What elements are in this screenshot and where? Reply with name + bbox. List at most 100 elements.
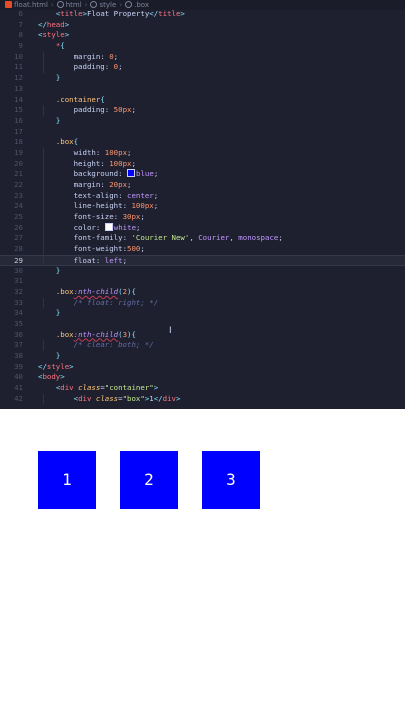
code-line[interactable]: 31 [0, 276, 405, 287]
code-text[interactable]: <title>Float Property</title> [38, 9, 185, 20]
line-number: 32 [14, 286, 23, 296]
tag-icon [90, 1, 98, 8]
code-text[interactable]: .box{ [38, 137, 78, 148]
code-editor[interactable]: float.html › html › style › .box 6 <title>Floa… [0, 0, 405, 409]
code-text[interactable]: width: 100px; [38, 148, 132, 159]
code-text[interactable]: font-weight:500; [38, 244, 145, 255]
browser-preview: 1 2 3 [0, 409, 405, 720]
code-text[interactable]: font-family: 'Courier New', Courier, mon… [38, 233, 283, 244]
code-text[interactable]: color: white; [38, 222, 140, 234]
code-line[interactable]: 13 [0, 84, 405, 95]
code-text[interactable]: line-height: 100px; [38, 201, 159, 212]
code-line[interactable]: 9 *{ [0, 41, 405, 52]
code-line[interactable]: 19 width: 100px; [0, 147, 405, 159]
code-text[interactable]: <div class="box">1</div> [38, 394, 181, 405]
code-text[interactable]: </head> [38, 20, 69, 31]
text-cursor-icon: I [169, 326, 172, 336]
code-text[interactable]: padding: 0; [38, 62, 123, 73]
code-line[interactable]: 34 } [0, 308, 405, 319]
code-line[interactable]: 30 } [0, 266, 405, 277]
code-line[interactable]: 6 <title>Float Property</title> [0, 9, 405, 20]
code-line[interactable]: 23 text-align: center; [0, 190, 405, 202]
css-selector-icon [125, 1, 133, 8]
code-text[interactable]: font-size: 30px; [38, 212, 145, 223]
code-text[interactable]: padding: 50px; [38, 105, 136, 116]
code-text[interactable]: .box:nth-child(3){ [38, 330, 136, 341]
code-lines[interactable]: 6 <title>Float Property</title> 7 </head> 8… [0, 9, 405, 405]
code-text[interactable]: <style> [38, 30, 69, 41]
code-text[interactable]: /* clear: both; */ [38, 340, 154, 351]
line-number: 15 [14, 105, 23, 115]
code-line[interactable]: 38 } [0, 351, 405, 362]
code-text[interactable]: margin: 0; [38, 52, 119, 63]
line-number: 42 [14, 393, 23, 403]
code-line[interactable]: 28 font-weight:500; [0, 244, 405, 255]
code-line[interactable]: 21 background: blue; [0, 169, 405, 180]
code-line[interactable]: 11 padding: 0; [0, 62, 405, 74]
code-text[interactable]: height: 100px; [38, 159, 136, 170]
line-number: 27 [14, 233, 23, 243]
line-number: 25 [14, 212, 23, 222]
line-number: 28 [14, 244, 23, 254]
line-number: 33 [14, 297, 23, 307]
code-line[interactable]: 16 } [0, 116, 405, 127]
code-text[interactable]: } [38, 73, 60, 84]
line-number: 38 [14, 351, 23, 360]
code-line[interactable]: 32 .box:nth-child(2){ [0, 287, 405, 298]
line-number: 11 [14, 62, 23, 72]
code-text[interactable]: text-align: center; [38, 191, 159, 202]
code-text[interactable]: } [38, 351, 60, 362]
code-line[interactable]: 15 padding: 50px; [0, 105, 405, 116]
code-line[interactable]: 33 /* float: right; */ [0, 297, 405, 309]
tag-icon [56, 1, 64, 8]
code-line[interactable]: 20 height: 100px; [0, 158, 405, 170]
code-line[interactable]: 14 .container{ [0, 95, 405, 106]
code-text[interactable]: <div class="container"> [38, 383, 158, 394]
code-line[interactable]: 37 /* clear: both; */ [0, 340, 405, 351]
code-line[interactable]: 12 } [0, 73, 405, 84]
code-line[interactable]: 29 float: left; [0, 254, 405, 266]
code-line[interactable]: 8 <style> [0, 30, 405, 41]
code-line[interactable]: 26 color: white; [0, 222, 405, 234]
code-line[interactable]: 41 <div class="container"> [0, 383, 405, 394]
code-text[interactable]: <body> [38, 372, 65, 383]
line-number: 41 [14, 383, 23, 393]
code-text[interactable]: </style> [38, 362, 74, 373]
line-number: 35 [14, 318, 23, 328]
line-number: 12 [14, 73, 23, 83]
code-text[interactable]: background: blue; [38, 169, 158, 180]
line-number: 21 [14, 169, 23, 179]
code-line[interactable]: 25 font-size: 30px; [0, 212, 405, 223]
line-number: 8 [18, 30, 23, 40]
code-line[interactable]: 17 [0, 127, 405, 138]
code-line[interactable]: 24 line-height: 100px; [0, 201, 405, 213]
code-line[interactable]: 22 margin: 20px; [0, 180, 405, 191]
code-line[interactable]: 40 <body> [0, 372, 405, 383]
code-line[interactable]: 27 font-family: 'Courier New', Courier, … [0, 233, 405, 245]
html-file-icon [5, 1, 12, 8]
line-number: 19 [14, 147, 23, 157]
code-line[interactable]: 10 margin: 0; [0, 51, 405, 63]
code-text[interactable]: margin: 20px; [38, 180, 132, 191]
code-line[interactable]: 42 <div class="box">1</div> [0, 393, 405, 405]
code-text[interactable]: /* float: right; */ [38, 298, 159, 309]
code-line[interactable]: 39 </style> [0, 362, 405, 373]
line-number: 13 [14, 83, 23, 93]
line-number: 7 [18, 19, 23, 29]
code-line[interactable]: 7 </head> [0, 20, 405, 31]
code-text[interactable]: .box:nth-child(2){ [38, 287, 136, 298]
line-number: 9 [18, 41, 23, 51]
code-text[interactable]: } [38, 116, 60, 127]
code-text[interactable]: *{ [38, 41, 65, 52]
code-line[interactable]: 35 [0, 319, 405, 330]
code-text[interactable]: } [38, 308, 60, 319]
float-box: 3 [202, 451, 260, 509]
code-text[interactable]: .container{ [38, 95, 105, 106]
code-line[interactable]: 36 .box:nth-child(3){ [0, 330, 405, 341]
code-line[interactable]: 18 .box{ [0, 137, 405, 148]
line-number: 26 [14, 222, 23, 232]
line-number: 16 [14, 115, 23, 125]
line-number: 20 [14, 158, 23, 168]
code-text[interactable]: } [38, 266, 60, 277]
float-box: 1 [38, 451, 96, 509]
